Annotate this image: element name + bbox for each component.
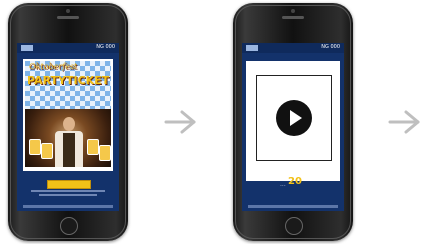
home-button[interactable] [60,217,78,235]
beer-mug-icon [29,139,41,155]
fine-print [31,190,105,192]
promo-photo [25,109,111,167]
speaker [282,16,304,19]
header-number: NG 000 [321,44,340,50]
footer-text [23,205,113,208]
promo-card[interactable]: Oktoberfest PARTYTICKET [23,59,113,171]
arrow-right-icon [388,110,420,134]
play-icon[interactable] [276,100,312,136]
footer-text [248,205,338,208]
banner-title: PARTYTICKET [27,74,110,87]
header-number: NG 000 [96,44,115,50]
home-button[interactable] [285,217,303,235]
person-vest [63,133,75,167]
screen-2: NG 000 ... 20 [242,43,344,211]
banner-heading: Oktoberfest [29,62,78,71]
fine-print [39,194,97,196]
video-player[interactable] [256,75,332,161]
beer-mug-icon [87,139,99,155]
person-head [63,117,75,131]
speaker [57,16,79,19]
score-value: 20 [288,176,302,187]
app-header: NG 000 [17,43,119,53]
app-logo [246,45,258,51]
arrow-right-icon [164,110,196,134]
phone-2: NG 000 ... 20 [233,3,353,241]
video-card [246,61,340,181]
beer-mug-icon [99,145,111,161]
camera [291,9,295,13]
app-logo [21,45,33,51]
score-prefix: ... [280,181,286,188]
screen-1: NG 000 Oktoberfest PARTYTICKET [17,43,119,211]
app-header: NG 000 [242,43,344,53]
phone-1: NG 000 Oktoberfest PARTYTICKET [8,3,128,241]
beer-mug-icon [41,143,53,159]
camera [66,9,70,13]
cta-button[interactable] [47,180,91,189]
